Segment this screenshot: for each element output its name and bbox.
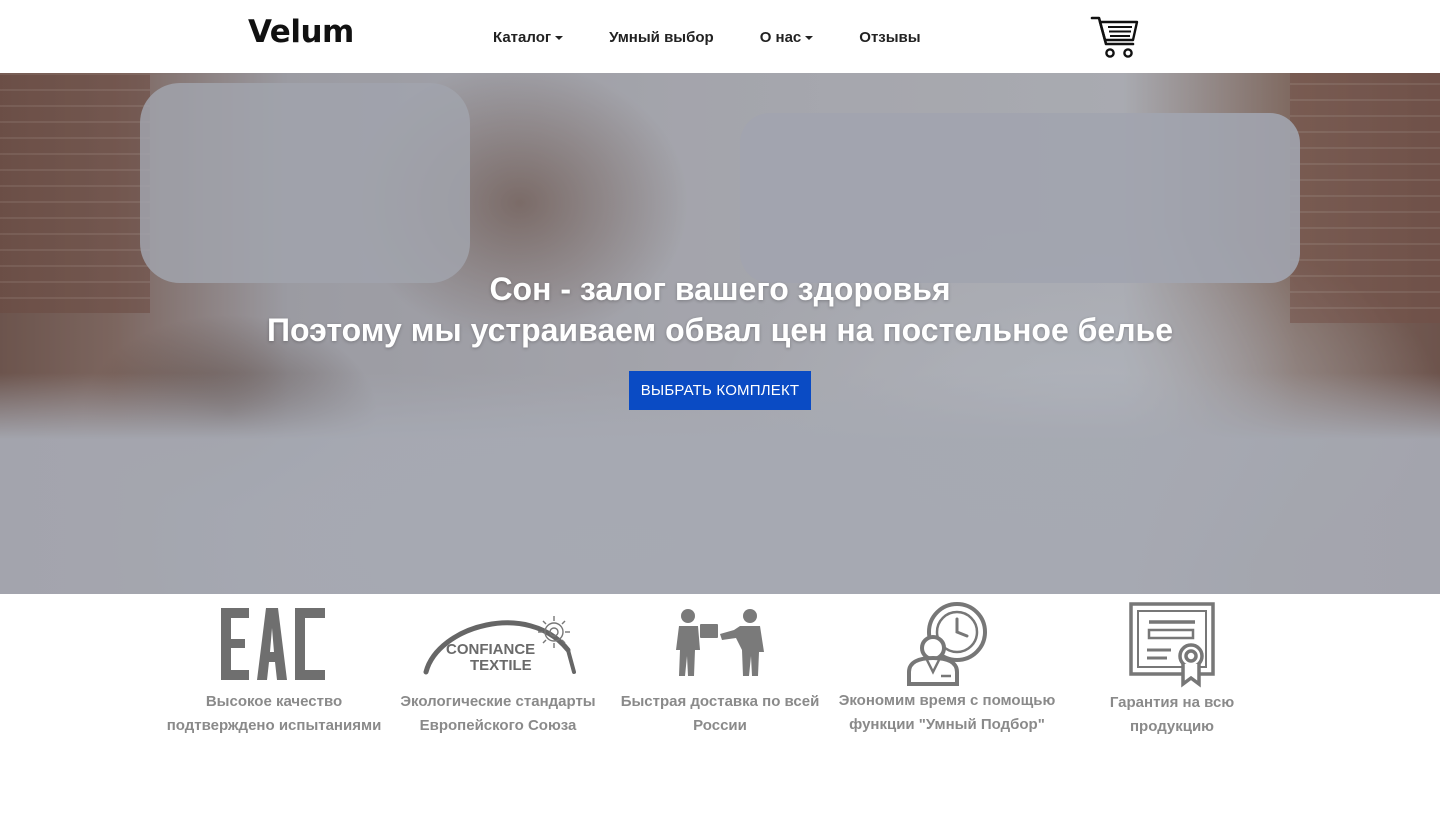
nav-item-label: Умный выбор: [609, 29, 714, 46]
feature-item-guarantee: Гарантия на всю продукцию: [1066, 600, 1278, 739]
feature-text-line2: подтверждено испытаниями: [166, 717, 382, 734]
hero-title-line2: Поэтому мы устраиваем обвал цен на посте…: [267, 312, 1173, 348]
hero-title-line1: Сон - залог вашего здоровья: [489, 271, 951, 307]
feature-text: Экологические стандарты Европейского Сою…: [392, 690, 604, 738]
certificate-icon: [1129, 602, 1215, 688]
feature-text-line1: Быстрая доставка по всей: [620, 693, 820, 710]
feature-text: Гарантия на всю продукцию: [1066, 691, 1278, 739]
hero-title: Сон - залог вашего здоровья Поэтому мы у…: [0, 269, 1440, 351]
hero-banner: Сон - залог вашего здоровья Поэтому мы у…: [0, 73, 1440, 594]
nav-item-label: О нас: [759, 29, 802, 46]
nav-item-catalog[interactable]: Каталог: [493, 29, 564, 46]
feature-text-line1: Гарантия на всю: [1109, 694, 1235, 711]
feature-text-line2: России: [693, 717, 747, 734]
feature-item-delivery: Быстрая доставка по всей России: [614, 606, 826, 738]
nav-item-reviews[interactable]: Отзывы: [859, 29, 920, 46]
feature-text: Экономим время с помощью функции "Умный …: [836, 689, 1058, 737]
nav-item-about[interactable]: О нас: [760, 29, 814, 46]
features-section: Высокое качество подтверждено испытаниям…: [0, 594, 1440, 814]
feature-text-line2: продукцию: [1130, 718, 1214, 735]
logo[interactable]: Velum: [248, 14, 354, 50]
shopping-cart-icon[interactable]: [1090, 14, 1140, 60]
feature-text-line1: Высокое качество: [205, 693, 343, 710]
feature-item-eco-standards: CONFIANCE TEXTILE Экологические стандарт…: [392, 606, 604, 738]
eac-icon: [221, 608, 325, 680]
feature-text-line2: Европейского Союза: [419, 717, 577, 734]
choose-set-button[interactable]: ВЫБРАТЬ КОМПЛЕКТ: [629, 371, 811, 410]
feature-item-quality: Высокое качество подтверждено испытаниям…: [164, 606, 384, 738]
chevron-down-icon: [555, 36, 564, 40]
main-nav: Каталог Умный выбор О нас Отзывы: [493, 29, 921, 46]
feature-text: Быстрая доставка по всей России: [614, 690, 826, 738]
delivery-icon: [676, 609, 764, 676]
confiance-textile-icon: CONFIANCE TEXTILE: [423, 616, 576, 675]
time-saving-icon: [907, 602, 987, 686]
feature-item-smart-selection: Экономим время с помощью функции "Умный …: [836, 600, 1058, 737]
nav-item-smart-choice[interactable]: Умный выбор: [609, 29, 714, 46]
nav-item-label: Каталог: [493, 29, 552, 46]
feature-text-line1: Экологические стандарты: [400, 693, 596, 710]
feature-text-line2: функции "Умный Подбор": [849, 716, 1045, 733]
textile-text: TEXTILE: [470, 657, 532, 674]
confiance-text: CONFIANCE: [446, 641, 535, 658]
feature-text-line1: Экономим время с помощью: [838, 692, 1056, 709]
chevron-down-icon: [805, 36, 814, 40]
site-header: Velum Каталог Умный выбор О нас Отзывы: [0, 0, 1440, 73]
feature-text: Высокое качество подтверждено испытаниям…: [164, 690, 384, 738]
nav-item-label: Отзывы: [859, 29, 921, 46]
